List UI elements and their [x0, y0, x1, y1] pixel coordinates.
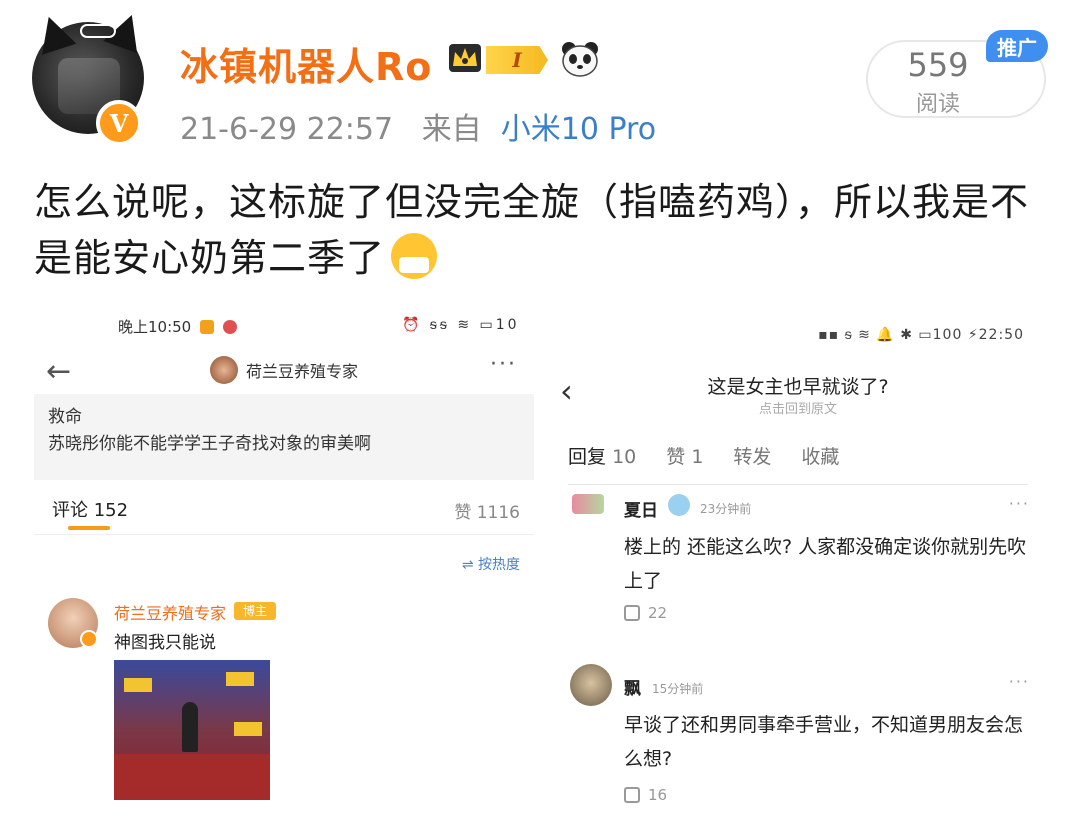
badge-icon [668, 494, 690, 516]
comment-author[interactable]: 飘 [624, 674, 641, 699]
image-sign [226, 672, 254, 686]
avatar-ear [31, 11, 77, 55]
post-meta: 21-6-29 22:57 来自 小米10 Pro [180, 104, 656, 148]
tab-label: 转发 [733, 446, 772, 468]
image-sign [124, 678, 152, 692]
like-count: 22 [648, 604, 668, 622]
comment-avatar[interactable] [572, 494, 604, 514]
source-prefix: 来自 [421, 112, 482, 147]
vip-v-icon: V [96, 100, 142, 146]
post-content: 怎么说呢，这标旋了但没完全旋（指嗑药鸡），所以我是不是能安心奶第二季了 [34, 174, 1044, 286]
back-arrow-icon[interactable]: ← [46, 354, 71, 389]
embedded-screenshot-right[interactable]: ▪▪ ᵴ ≋ 🔔 ✱ ▭100 ⚡22:50 ‹ 这是女主也早就谈了? 点击回到… [548, 310, 1048, 810]
tab-favorites[interactable]: 收藏 [801, 442, 839, 469]
like-button[interactable]: 22 [624, 604, 667, 622]
author-tag: 博主 [234, 602, 276, 620]
thumbs-up-icon [624, 605, 640, 621]
like-count: 16 [648, 786, 668, 804]
post-body: 救命 苏晓彤你能不能学学王子奇找对象的审美啊 [34, 394, 534, 480]
tab-label: 收藏 [801, 446, 840, 468]
avatar-bow [80, 24, 116, 38]
embedded-screenshot-left[interactable]: 晚上10:50 ⏰ ᵴᵴ ≋ ▭10 ← 荷兰豆养殖专家 ··· 救命 苏晓彤你… [34, 298, 534, 808]
comment-time: 15分钟前 [652, 682, 704, 696]
panda-icon [562, 42, 598, 77]
post-text: 怎么说呢，这标旋了但没完全旋（指嗑药鸡），所以我是不是能安心奶第二季了 [34, 180, 1030, 280]
more-icon[interactable]: ··· [1009, 494, 1030, 513]
back-to-original-link[interactable]: 点击回到原文 [548, 398, 1048, 417]
image-figure [182, 702, 198, 752]
page-title: 荷兰豆养殖专家 [246, 362, 359, 381]
image-sign [234, 722, 262, 736]
user-level-badge[interactable]: I [486, 46, 548, 74]
crown-icon [449, 44, 481, 72]
comment-text: 早谈了还和男同事牵手营业，不知道男朋友会怎么想? [624, 714, 1024, 770]
comments-tab[interactable]: 评论 152 [52, 496, 128, 522]
tab-replies[interactable]: 回复 10 [568, 442, 636, 469]
comment-text: 神图我只能说 [114, 633, 216, 653]
tab-count: 1 [691, 446, 704, 468]
divider [568, 484, 1028, 485]
status-icons: ⏰ ᵴᵴ ≋ ▭10 [402, 317, 520, 333]
sneeze-emoji-icon [391, 233, 438, 279]
tab-label: 赞 [666, 446, 686, 468]
tab-reposts[interactable]: 转发 [733, 442, 771, 469]
device-link[interactable]: 小米10 Pro [501, 112, 656, 147]
comment-text: 楼上的 还能这么吹? 人家都没确定谈你就别先吹上了 [624, 536, 1027, 592]
sort-label: 按热度 [478, 557, 520, 573]
post-date: 21-6-29 22:57 [180, 112, 394, 147]
tab-count: 10 [612, 446, 637, 468]
more-icon[interactable]: ··· [490, 352, 517, 377]
notification-icon [200, 320, 215, 334]
title-avatar [210, 356, 238, 384]
more-icon[interactable]: ··· [1009, 672, 1030, 691]
tab-label: 回复 [568, 446, 607, 468]
divider [34, 534, 534, 535]
promote-button[interactable]: 推广 [986, 30, 1048, 62]
comment-time: 23分钟前 [700, 502, 752, 516]
comment-author[interactable]: 夏日 [624, 496, 658, 521]
body-line: 救命 [48, 407, 82, 427]
page-title: 这是女主也早就谈了? [707, 376, 889, 398]
image-stage [114, 754, 270, 800]
thumbs-up-icon [624, 787, 640, 803]
comment-avatar[interactable] [570, 664, 612, 706]
tab-underline [68, 526, 110, 530]
vip-v-icon [80, 630, 98, 648]
tab-bar: 回复 10 赞 1 转发 收藏 [568, 442, 839, 469]
tab-likes[interactable]: 赞 1 [666, 442, 703, 469]
like-button[interactable]: 16 [624, 786, 667, 804]
read-label: 阅读 [915, 92, 960, 117]
body-line: 苏晓彤你能不能学学王子奇找对象的审美啊 [48, 434, 371, 454]
app-icon [222, 320, 237, 334]
status-bar-right: ▪▪ ᵴ ≋ 🔔 ✱ ▭100 ⚡22:50 [818, 327, 1024, 343]
likes-tab[interactable]: 赞 1116 [454, 498, 520, 523]
comment-author[interactable]: 荷兰豆养殖专家 [114, 600, 226, 624]
username[interactable]: 冰镇机器人Ro [180, 36, 432, 91]
comment-image[interactable] [114, 660, 270, 800]
status-bar-left: 晚上10:50 [118, 316, 237, 337]
sort-button[interactable]: ⇌ 按热度 [462, 554, 520, 574]
status-time: 晚上10:50 [118, 318, 192, 336]
